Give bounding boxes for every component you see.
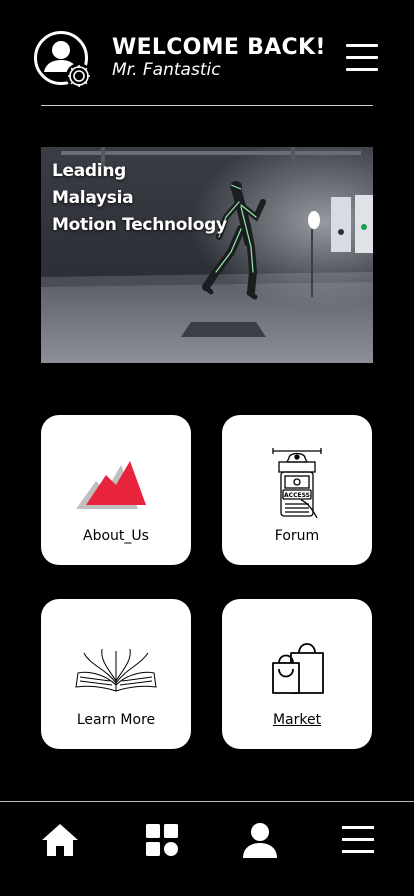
market-card[interactable]: Market — [222, 599, 372, 749]
open-book-icon — [41, 629, 191, 709]
home-icon[interactable] — [40, 820, 80, 860]
menu-icon[interactable] — [338, 820, 378, 860]
hero-banner: Leading Malaysia Motion Technology — [41, 147, 373, 363]
hero-caption-line: Motion Technology — [52, 215, 227, 235]
market-label: Market — [272, 712, 322, 728]
forum-label: Forum — [274, 528, 320, 544]
profile-icon[interactable] — [240, 820, 280, 860]
mountain-icon — [41, 445, 191, 525]
about-us-label: About_Us — [83, 528, 149, 544]
header: WELCOME BACK! Mr. Fantastic — [0, 0, 414, 108]
hamburger-menu-icon[interactable] — [346, 44, 378, 72]
shopping-bags-icon — [222, 629, 372, 709]
learn-more-card[interactable]: Learn More — [41, 599, 191, 749]
grid-icon[interactable] — [142, 820, 182, 860]
forum-card[interactable]: ACCESS Forum — [222, 415, 372, 565]
hero-caption-line: Malaysia — [52, 188, 134, 208]
welcome-title: WELCOME BACK! — [112, 35, 326, 60]
svg-text:ACCESS: ACCESS — [284, 492, 310, 499]
hero-caption: Leading Malaysia Motion Technology — [52, 158, 227, 239]
user-settings-icon[interactable] — [33, 30, 95, 92]
header-divider — [41, 105, 373, 106]
username: Mr. Fantastic — [112, 60, 221, 80]
learn-more-label: Learn More — [76, 712, 156, 728]
hero-caption-line: Leading — [52, 161, 127, 181]
about-us-card[interactable]: About_Us — [41, 415, 191, 565]
access-badge-icon: ACCESS — [222, 445, 372, 525]
bottom-nav — [0, 802, 414, 896]
